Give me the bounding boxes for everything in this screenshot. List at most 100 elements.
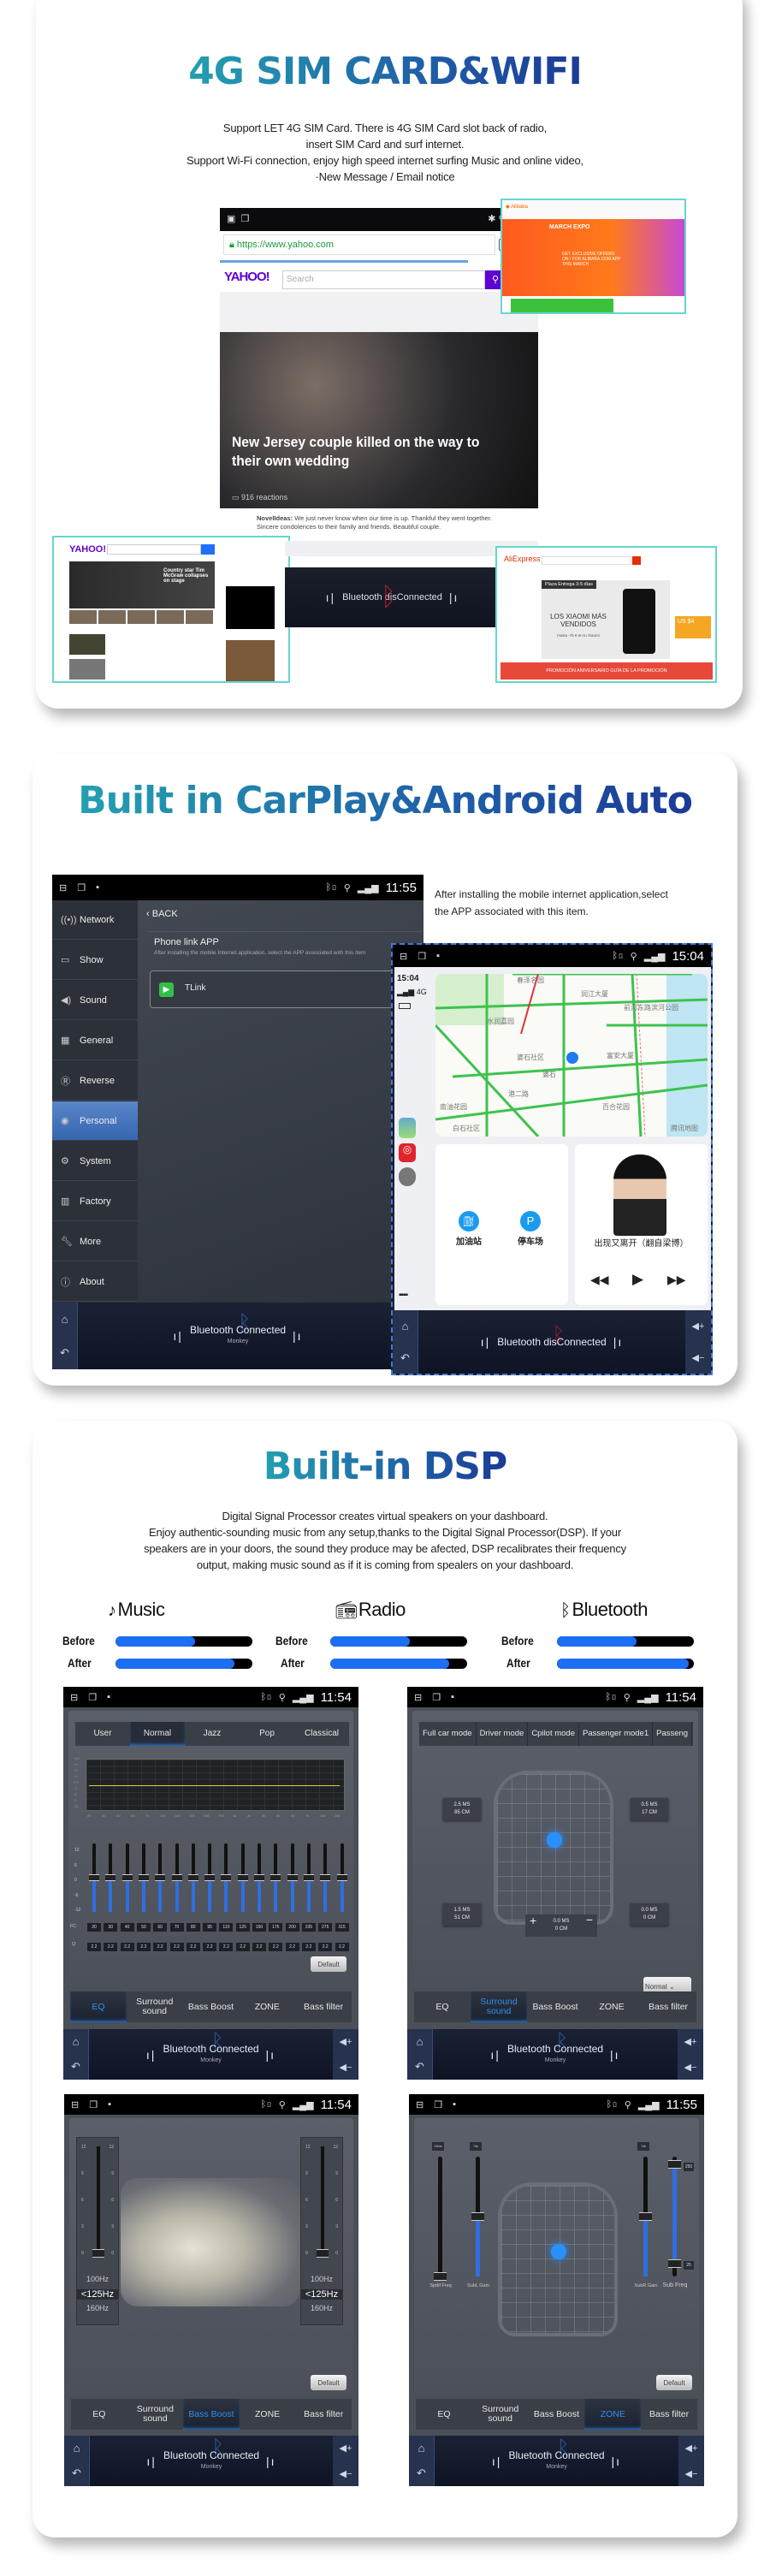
preset-jazz[interactable]: Jazz [185,1722,240,1746]
tab-bass-filter[interactable]: Bass filter [641,2409,697,2419]
slider-knob[interactable] [254,1874,264,1881]
minus-button[interactable]: − [586,1914,593,1926]
eq-band-slider[interactable] [105,1843,116,1912]
sidebar-item-reverse[interactable]: Ⓡ Reverse [52,1061,138,1101]
speaker-delay-box[interactable]: 0.0 MS 0 CM [631,1903,668,1926]
recent-apps-icon[interactable]: ❐ [89,2099,98,2110]
frequency-option[interactable]: 100Hz [301,2275,342,2283]
tab-bass-filter[interactable]: Bass filter [640,2002,696,2012]
tab-zone[interactable]: ZONE [584,2399,642,2430]
tab-eq[interactable]: EQ [71,2409,127,2419]
listening-position-handle[interactable] [547,1832,562,1848]
tab-eq[interactable]: EQ [70,1991,127,2022]
window-icon[interactable]: ⊟ [59,882,67,893]
spdif-freq-slider[interactable] [434,2157,447,2281]
slider-knob[interactable] [204,1874,216,1881]
bass-gain-slider[interactable] [92,2146,104,2258]
frequency-option[interactable]: <125Hz [77,2289,118,2300]
tab-surround-sound[interactable]: Surround sound [127,2405,184,2424]
home-button[interactable]: ⌂ [409,2436,435,2461]
volume-down-button[interactable]: ◀− [333,2460,358,2486]
slider-knob[interactable] [221,1874,232,1881]
search-input[interactable] [107,544,201,555]
sidebar-item-network[interactable]: ((•)) Network [52,900,138,940]
map-view[interactable]: 春泽名园 润江大厦 前河东路滨河公园 水润嘉园 婆石社区 婆石 富安大厦 南油花园 百合花园 港二… [435,974,708,1137]
speaker-delay-box[interactable]: 0.5 MS 17 CM [631,1798,668,1820]
mode-passenger-mode1[interactable]: Passenger mode1 [579,1722,654,1746]
slider-knob[interactable] [171,1874,182,1881]
slider-knob[interactable] [187,1874,198,1881]
back-button[interactable]: ↶ [409,2460,435,2486]
eq-band-slider[interactable] [89,1843,99,1912]
home-button[interactable]: ⌂ [52,1303,78,1336]
slider-knob[interactable] [639,2212,652,2221]
volume-down-button[interactable]: ◀− [333,2054,358,2080]
eq-band-slider[interactable] [303,1843,314,1912]
sidebar-item-sound[interactable]: ◀) Sound [52,981,138,1020]
recent-apps-icon[interactable]: ❐ [77,882,86,893]
lead-story[interactable]: Country star Tim McGraw collapses on sta… [69,561,215,608]
window-icon[interactable]: ⊟ [70,1692,78,1703]
search-button[interactable] [201,544,215,555]
eq-band-slider[interactable] [204,1843,216,1912]
tab-surround-sound[interactable]: Surround sound [471,1991,527,2022]
window-icon[interactable]: ⊟ [400,951,407,962]
volume-down-button[interactable]: ◀− [678,2460,704,2486]
tab-bass-boost[interactable]: Bass Boost [183,2002,240,2012]
default-button[interactable]: Default [311,2375,346,2390]
news-headline[interactable]: New Jersey couple killed on the way to t… [232,433,492,471]
sidebar-item-show[interactable]: ▭ Show [52,941,138,980]
frequency-option[interactable]: <125Hz [301,2289,342,2300]
play-button[interactable]: ▶ [632,1271,643,1288]
speaker-delay-box[interactable]: 1.5 MS 51 CM [443,1903,481,1926]
listening-position-handle[interactable] [551,2244,566,2259]
frequency-option[interactable]: 160Hz [301,2304,342,2312]
slider-knob[interactable] [317,2249,329,2258]
slider-knob[interactable] [105,1874,116,1881]
maps-app-icon[interactable] [399,1118,416,1138]
sidebar-item-general[interactable]: ▦ General [52,1021,138,1060]
promo-banner[interactable]: Plaza Entrega 3-5 días LOS XIAOMI MÁS VE… [542,580,670,659]
tab-bass-boost[interactable]: Bass Boost [529,2409,585,2419]
sidebar-item-more[interactable]: 🔧︎ More [52,1222,138,1261]
tab-surround-sound[interactable]: Surround sound [127,1997,183,2016]
eq-band-slider[interactable] [336,1843,347,1912]
back-button[interactable]: ↶ [64,2460,90,2486]
mode-cpilot-mode[interactable]: Cpilot mode [528,1722,580,1746]
tab-zone[interactable]: ZONE [583,2002,640,2012]
eq-band-slider[interactable] [155,1843,166,1912]
back-button[interactable]: ↶ [63,2054,89,2080]
search-input[interactable]: Search [282,270,485,289]
tab-zone[interactable]: ZONE [240,2409,296,2419]
eq-band-slider[interactable] [237,1843,248,1912]
eq-band-slider[interactable] [320,1843,331,1912]
slider-knob-bottom[interactable] [668,2259,681,2268]
slider-knob[interactable] [121,1874,133,1881]
eq-band-slider[interactable] [121,1843,133,1912]
home-button[interactable]: ⌂ [63,2029,89,2055]
frequency-option[interactable]: 160Hz [77,2304,118,2312]
home-button[interactable]: ⌂ [393,1310,418,1342]
home-button[interactable]: ⌂ [64,2436,90,2461]
back-button[interactable]: ‹ BACK [146,909,178,919]
eq-band-slider[interactable] [187,1843,198,1912]
preset-pop[interactable]: Pop [240,1722,294,1746]
eq-band-slider[interactable] [138,1843,149,1912]
eq-band-slider[interactable] [171,1843,182,1912]
volume-up-button[interactable]: ◀+ [333,2436,358,2461]
eq-band-slider[interactable] [221,1843,232,1912]
sidebar-item-factory[interactable]: ▥ Factory [52,1182,138,1221]
frequency-option[interactable]: 100Hz [77,2275,118,2283]
volume-up-button[interactable]: ◀+ [678,2436,704,2461]
volume-up-button[interactable]: ◀+ [685,1310,711,1342]
slider-knob[interactable] [270,1874,281,1881]
default-button[interactable]: Default [311,1956,346,1972]
recent-apps-icon[interactable]: ❐ [434,2099,442,2110]
eq-band-slider[interactable] [270,1843,281,1912]
slider-knob[interactable] [237,1874,248,1881]
parking-shortcut[interactable]: P 停车场 [518,1211,543,1247]
eq-band-slider[interactable] [254,1843,264,1912]
settings-app-icon[interactable] [399,1167,416,1186]
slider-knob[interactable] [303,1874,314,1881]
tab-bass-boost[interactable]: Bass Boost [527,2002,583,2012]
